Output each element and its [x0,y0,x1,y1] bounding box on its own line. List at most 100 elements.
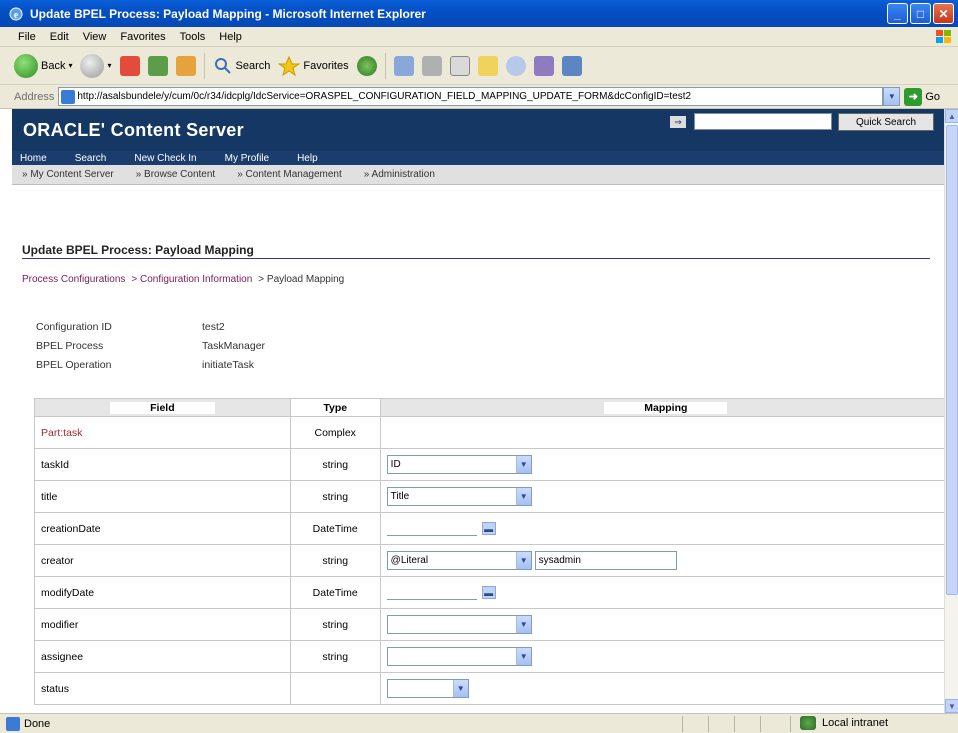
edit-word-icon[interactable] [449,55,470,76]
print-icon[interactable] [421,55,442,76]
scroll-thumb[interactable] [946,125,958,595]
primary-nav: Home Search New Check In My Profile Help [12,151,944,165]
toolbar-separator [384,52,386,79]
chevron-down-icon: ▼ [452,680,468,697]
field-name[interactable]: Part:task [34,416,291,449]
chevron-down-icon: ▼ [515,552,531,569]
nav-my-content-server[interactable]: » My Content Server [22,169,114,180]
breadcrumb-configuration-information[interactable]: > Configuration Information [131,274,252,285]
chevron-down-icon: ▼ [515,456,531,473]
info-label: BPEL Operation [36,358,112,371]
minimize-button[interactable]: _ [887,3,908,24]
mapping-cell: ID ▼ [379,448,944,481]
menu-edit[interactable]: Edit [50,31,69,43]
mapping-select[interactable]: ▼ [386,615,532,634]
close-button[interactable]: ✕ [933,3,954,24]
window-controls: _ □ ✕ [887,3,954,24]
quick-search-button[interactable]: Quick Search [838,113,934,131]
address-dropdown-button[interactable]: ▼ [883,87,901,106]
mapping-select[interactable]: ▼ [386,679,469,698]
breadcrumb-process-configurations[interactable]: Process Configurations [22,274,125,285]
nav-administration[interactable]: » Administration [364,169,435,180]
calendar-icon[interactable]: ▬ [481,522,496,535]
table-row: modifyDate DateTime ▬ [34,576,944,609]
nav-my-profile[interactable]: My Profile [225,153,269,164]
go-arrow-icon: ➜ [904,87,923,106]
go-button[interactable]: ➜ Go [904,87,941,106]
status-text: Done [24,717,51,730]
quick-search-input[interactable] [694,113,832,130]
page-title: Update BPEL Process: Payload Mapping [22,243,254,257]
payload-mapping-table: Field Type Mapping Part:task Complex tas… [34,398,944,705]
scroll-down-icon[interactable]: ▼ [945,699,958,713]
back-label: Back [41,59,66,72]
date-input[interactable] [386,586,477,600]
field-name: assignee [34,640,291,673]
menu-help[interactable]: Help [219,31,242,43]
mapping-select[interactable]: ID ▼ [386,455,532,474]
chevron-down-icon: ▼ [515,616,531,633]
forward-arrow-icon [80,53,105,78]
field-name: taskId [34,448,291,481]
page-content: ORACLE' Content Server ⇒ Quick Search Ho… [12,109,944,713]
back-button[interactable]: Back ▾ [14,53,72,78]
menu-view[interactable]: View [83,31,107,43]
scroll-up-icon[interactable]: ▲ [945,109,958,123]
field-name: status [34,672,291,705]
field-type [289,672,381,705]
page-icon [61,90,76,104]
nav-new-check-in[interactable]: New Check In [134,153,196,164]
chevron-down-icon: ▼ [515,488,531,505]
nav-help[interactable]: Help [297,153,318,164]
mapping-select[interactable]: ▼ [386,647,532,666]
menu-file[interactable]: File [18,31,36,43]
address-url: http://asalsbundele/y/cum/0c/r34/idcplg/… [77,91,692,102]
field-type: string [289,608,381,641]
research-icon[interactable] [533,55,554,76]
table-row: creator string @Literal ▼ sysadmin [34,544,944,577]
folder-icon[interactable] [477,55,498,76]
table-row: creationDate DateTime ▬ [34,512,944,545]
mapping-select[interactable]: Title ▼ [386,487,532,506]
mapping-cell: ▼ [379,672,944,705]
address-label: Address [14,90,55,103]
toolbar-separator [203,52,205,79]
menu-favorites[interactable]: Favorites [120,31,165,43]
stop-icon[interactable] [119,55,140,76]
table-row: modifier string ▼ [34,608,944,641]
table-row: assignee string ▼ [34,640,944,673]
people-icon[interactable] [561,55,582,76]
vertical-scrollbar[interactable]: ▲ ▼ [944,109,958,713]
status-divider [734,716,735,732]
search-label: Search [235,59,271,72]
home-icon[interactable] [175,55,196,76]
intranet-icon [800,716,816,730]
mapping-select[interactable]: @Literal ▼ [386,551,532,570]
refresh-icon[interactable] [147,55,168,76]
search-button[interactable]: Search [213,56,271,76]
info-row: BPEL Operation initiateTask [36,355,265,374]
column-header-field: Field [34,398,291,417]
status-divider [708,716,709,732]
calendar-icon[interactable]: ▬ [481,586,496,599]
favorites-button[interactable]: Favorites [278,55,349,76]
history-icon[interactable] [393,55,414,76]
address-input[interactable]: http://asalsbundele/y/cum/0c/r34/idcplg/… [58,87,884,106]
messenger-icon[interactable] [505,55,526,76]
forward-button[interactable]: ▾ [80,53,112,78]
nav-search[interactable]: Search [75,153,107,164]
nav-browse-content[interactable]: » Browse Content [136,169,216,180]
mapping-cell: @Literal ▼ sysadmin [379,544,944,577]
nav-content-management[interactable]: » Content Management [237,169,342,180]
configuration-info: Configuration ID test2 BPEL Process Task… [36,317,265,374]
oracle-brand: ORACLE' Content Server [23,120,244,140]
date-input[interactable] [386,522,477,536]
maximize-button[interactable]: □ [910,3,931,24]
nav-home[interactable]: Home [20,153,47,164]
quick-search-options-icon[interactable]: ⇒ [670,116,686,128]
media-icon[interactable] [356,55,377,76]
go-label: Go [925,90,941,103]
literal-value-input[interactable]: sysadmin [534,551,677,570]
menu-tools[interactable]: Tools [180,31,206,43]
breadcrumb: Process Configurations > Configuration I… [22,274,344,285]
